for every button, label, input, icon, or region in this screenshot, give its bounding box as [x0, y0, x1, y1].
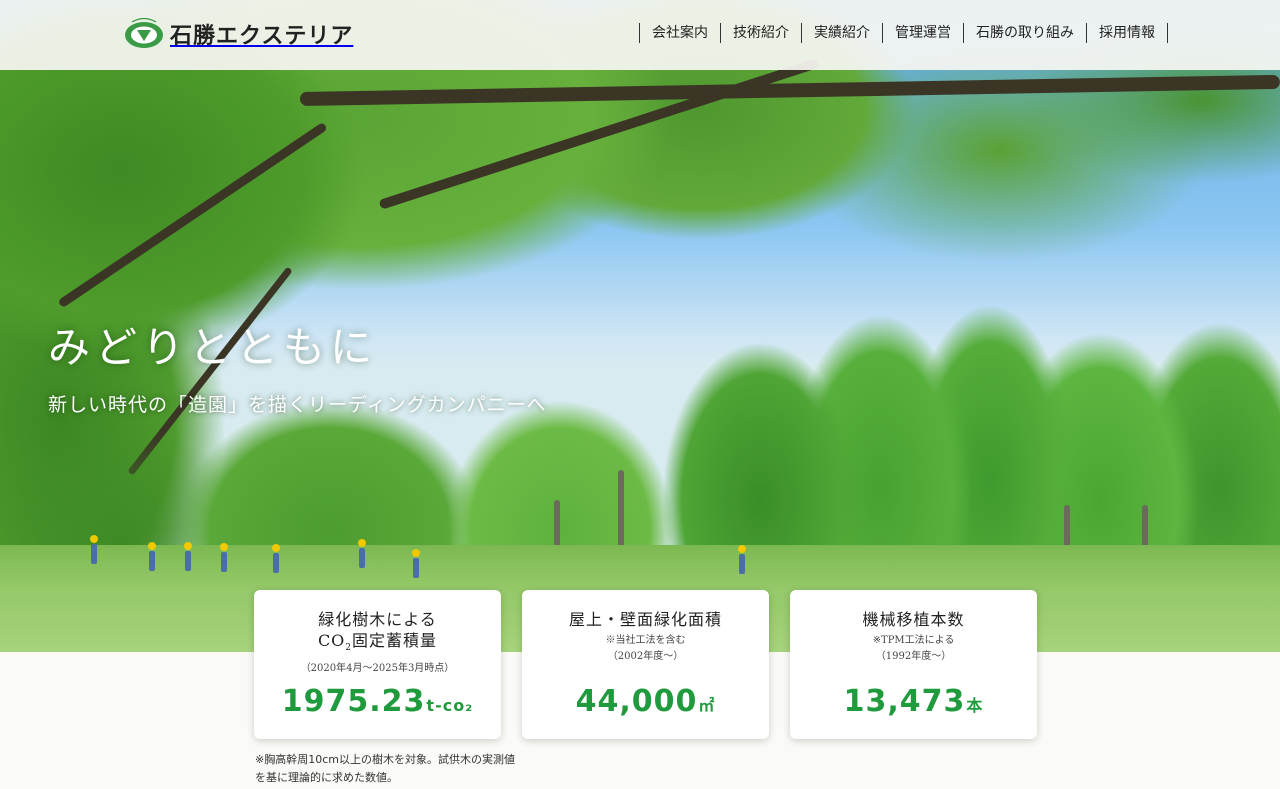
site-logo[interactable]: 石勝エクステリア	[124, 14, 353, 54]
stat-unit: t-co₂	[426, 696, 474, 715]
child-figure	[738, 545, 746, 575]
child-figure	[358, 539, 366, 569]
nav-item-technology[interactable]: 技術紹介	[720, 23, 801, 43]
child-figure	[272, 544, 280, 574]
nav-item-management[interactable]: 管理運営	[882, 23, 963, 43]
nav-item-initiatives[interactable]: 石勝の取り組み	[963, 23, 1086, 43]
stat-unit: ㎡	[698, 696, 716, 715]
nav-item-recruit[interactable]: 採用情報	[1086, 23, 1168, 43]
stat-footnote: ※胸高幹周10cm以上の樹木を対象。試供木の実測値を基に理論的に求めた数値。	[255, 753, 515, 784]
stat-title: 機械移植本数	[862, 610, 965, 629]
stat-value: 44,000㎡	[575, 684, 716, 719]
hero-title: みどりとともに	[48, 323, 378, 372]
stat-note: （2002年度～）	[607, 651, 684, 662]
stat-card-greening-area: 屋上・壁面緑化面積 ※当社工法を含む （2002年度～） 44,000㎡	[522, 590, 769, 739]
child-figure	[220, 543, 228, 573]
stat-unit: 本	[966, 696, 984, 715]
child-figure	[184, 542, 192, 572]
stat-card-transplant: 機械移植本数 ※TPM工法による （1992年度～） 13,473本	[790, 590, 1037, 739]
tree-trunk	[618, 470, 624, 555]
stat-value: 1975.23t-co₂	[281, 684, 474, 719]
main-nav: 会社案内 技術紹介 実績紹介 管理運営 石勝の取り組み 採用情報	[639, 23, 1168, 43]
stat-card-co2: 緑化樹木による CO2固定蓄積量 （2020年4月～2025年3月時点） 197…	[254, 590, 501, 739]
brand-name: 石勝エクステリア	[170, 24, 354, 49]
stat-note: ※当社工法を含む	[605, 635, 686, 646]
child-figure	[412, 549, 420, 579]
child-figure	[90, 535, 98, 565]
stat-title: 緑化樹木による	[318, 610, 437, 629]
stat-title: 屋上・壁面緑化面積	[568, 610, 722, 629]
nav-item-works[interactable]: 実績紹介	[801, 23, 882, 43]
child-figure	[148, 542, 156, 572]
nav-item-company[interactable]: 会社案内	[639, 23, 720, 43]
stat-note: ※TPM工法による	[872, 635, 955, 646]
stat-value: 13,473本	[843, 684, 984, 719]
ishikatsu-logo-icon	[125, 17, 163, 48]
stat-title: CO2固定蓄積量	[317, 631, 438, 654]
site-header: 石勝エクステリア 会社案内 技術紹介 実績紹介 管理運営 石勝の取り組み 採用情…	[0, 0, 1280, 70]
stat-note: （2020年4月～2025年3月時点）	[300, 663, 455, 675]
hero-subtitle: 新しい時代の「造園」を描くリーディングカンパニーへ	[48, 394, 547, 416]
stat-note: （1992年度～）	[875, 651, 952, 662]
